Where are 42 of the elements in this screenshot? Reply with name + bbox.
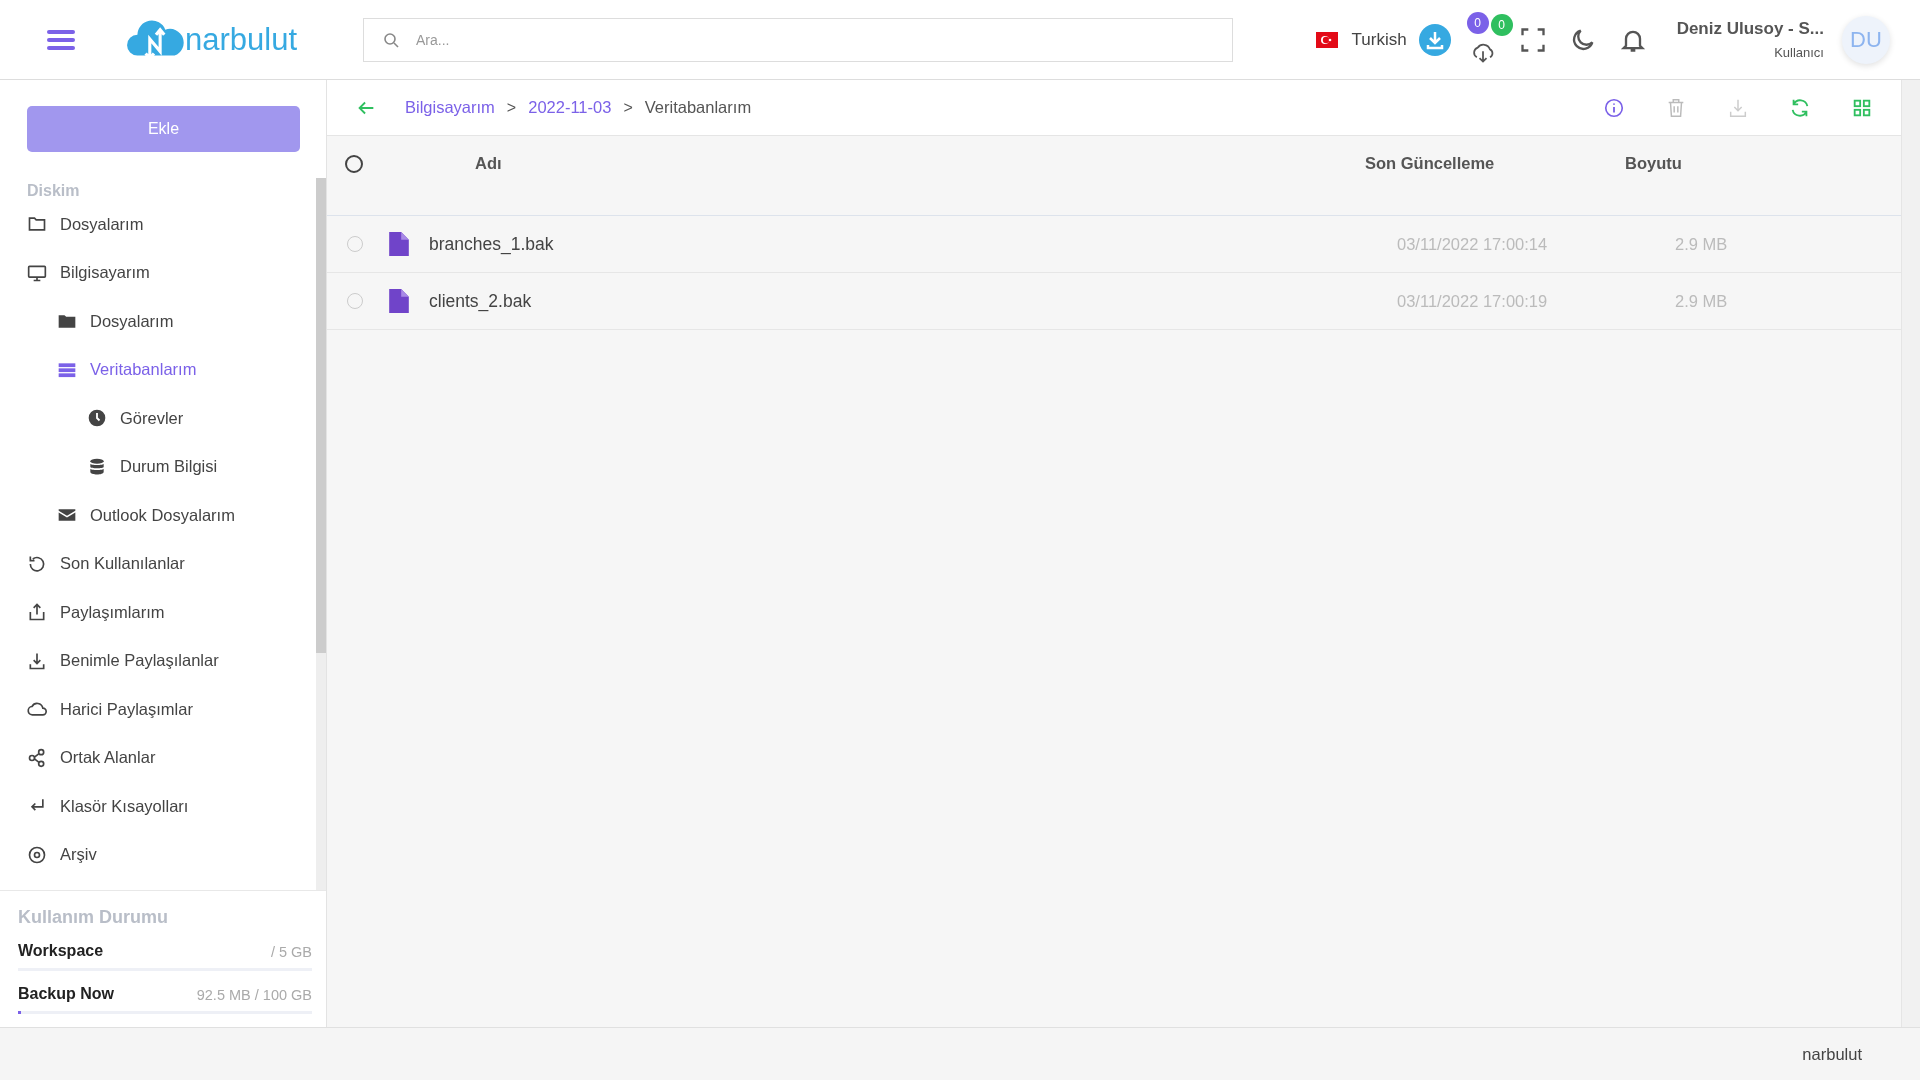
sidebar-item[interactable]: Outlook Dosyalarım	[0, 491, 245, 540]
file-size: 2.9 MB	[1675, 234, 1729, 254]
breadcrumb-separator: >	[506, 98, 517, 117]
column-header[interactable]: Adı	[475, 154, 1365, 173]
usage-name: Workspace	[18, 942, 104, 960]
usage-amount: / 5 GB	[270, 944, 312, 960]
breadcrumb-separator: >	[623, 98, 633, 117]
sidebar-item[interactable]: Ortak Alanlar	[0, 733, 166, 782]
sidebar-item[interactable]: Görevler	[0, 394, 194, 443]
count-badge: 0	[1466, 11, 1489, 34]
brand-name: narbulut	[185, 21, 298, 58]
sidebar-item[interactable]: Dosyalarım	[0, 200, 154, 249]
usage-amount: 92.5 MB / 100 GB	[196, 987, 312, 1003]
count-badge: 0	[1490, 13, 1513, 36]
current-folder: Veritabanlarım	[644, 98, 752, 117]
sidebar-item[interactable]: Arşiv	[0, 830, 107, 879]
file-size: 2.9 MB	[1675, 291, 1729, 311]
file-name: branches_1.bak	[429, 233, 555, 255]
sidebar-item[interactable]: Dosyalarım	[0, 297, 184, 346]
search-field[interactable]: Ara...	[363, 17, 1233, 62]
column-header[interactable]: Boyutu	[1625, 154, 1745, 173]
sidebar-item[interactable]: Bilgisayarım	[0, 248, 160, 297]
sidebar-item[interactable]: Paylaşımlarım	[0, 588, 175, 637]
user-role: Kullanıcı	[1774, 45, 1824, 60]
modified-date: 03/11/2022 17:00:19	[1397, 291, 1549, 311]
sidebar-item[interactable]: Benimle Paylaşılanlar	[0, 636, 229, 685]
sidebar-item[interactable]: Harici Paylaşımlar	[0, 685, 203, 734]
breadcrumb-link[interactable]: Bilgisayarım	[405, 98, 495, 117]
user-name[interactable]: Deniz Ulusoy - S...	[1676, 19, 1824, 39]
column-header[interactable]: Son Güncelleme	[1365, 154, 1625, 173]
sidebar-item[interactable]: Durum Bilgisi	[0, 442, 228, 491]
breadcrumb-link[interactable]: 2022-11-03	[528, 98, 612, 117]
section-heading: Diskim	[27, 182, 81, 200]
modified-date: 03/11/2022 17:00:14	[1397, 234, 1549, 254]
sidebar-item[interactable]: Veritabanlarım	[0, 345, 207, 394]
sidebar-item[interactable]: Klasör Kısayolları	[0, 782, 199, 831]
file-name: clients_2.bak	[429, 290, 533, 312]
footer-brand: narbulut	[1802, 1044, 1862, 1064]
usage-heading: Kullanım Durumu	[18, 907, 169, 928]
usage-name: Backup Now	[18, 985, 114, 1003]
sidebar-item[interactable]: Son Kullanılanlar	[0, 539, 195, 588]
language-label[interactable]: Turkish	[1351, 29, 1407, 50]
